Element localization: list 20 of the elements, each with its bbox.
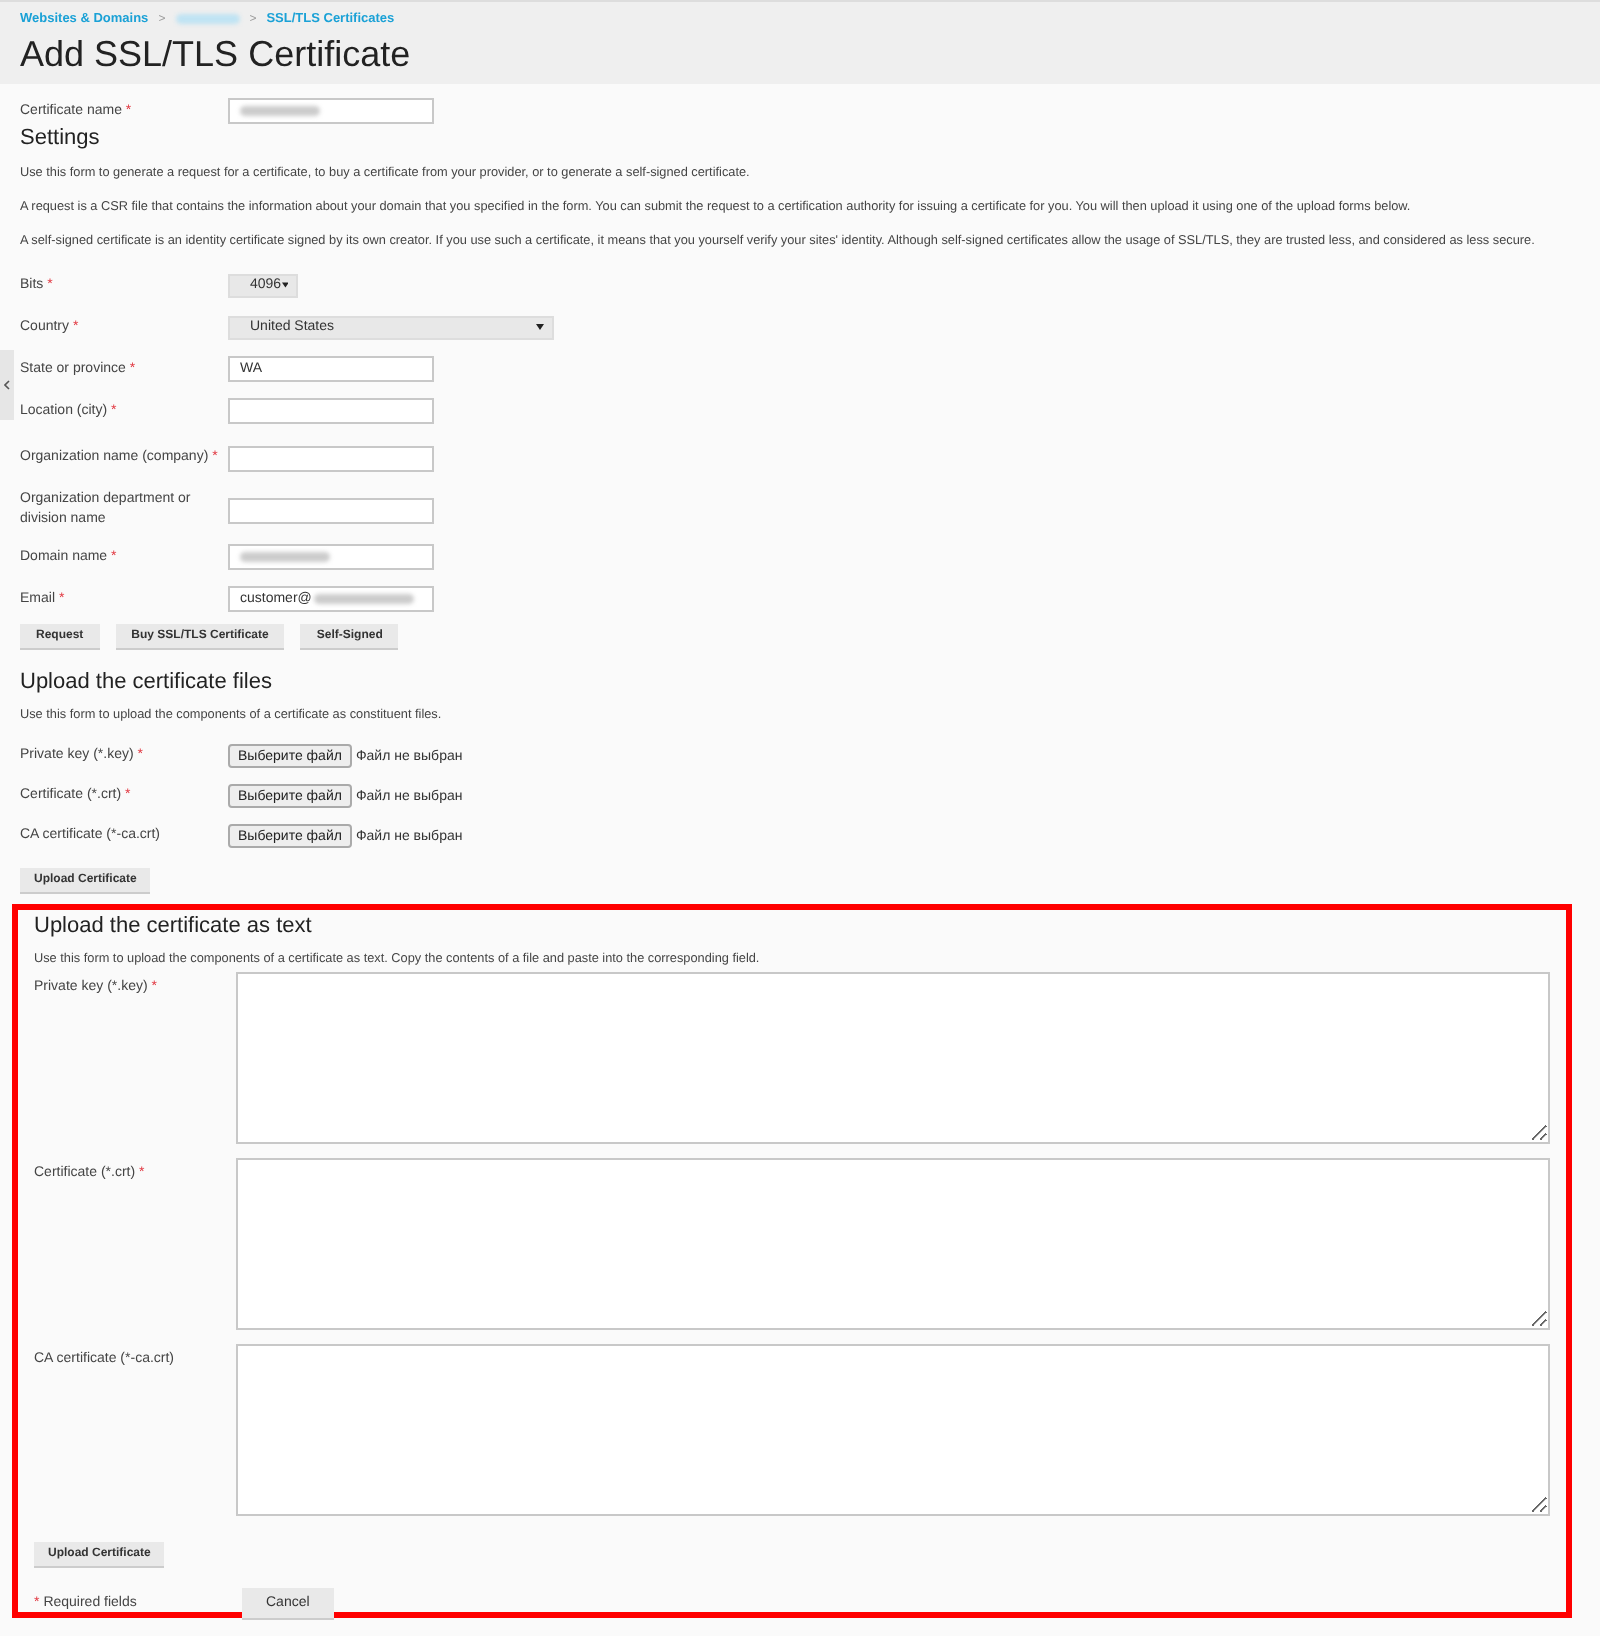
caret-icon	[536, 324, 544, 330]
input-field[interactable]	[228, 398, 434, 424]
chevron-left-icon	[4, 380, 10, 390]
sidebar-toggle[interactable]	[0, 350, 14, 420]
section-heading: Settings	[20, 126, 102, 150]
blurred-text	[313, 594, 414, 604]
textarea-field[interactable]	[236, 1344, 1550, 1516]
page-title: Add SSL/TLS Certificate	[20, 34, 413, 76]
blurred-breadcrumb[interactable]	[175, 14, 240, 24]
input-field[interactable]	[228, 544, 434, 570]
input-field[interactable]	[228, 497, 434, 523]
input-field[interactable]	[228, 98, 434, 124]
caret-icon	[281, 282, 288, 288]
section-heading: Upload the certificate files	[20, 670, 274, 694]
blurred-text	[240, 106, 320, 116]
blurred-text	[240, 552, 330, 562]
textarea-field[interactable]	[236, 1158, 1550, 1330]
input-field[interactable]	[228, 445, 434, 471]
section-heading: Upload the certificate as text	[34, 914, 314, 938]
textarea-field[interactable]	[236, 972, 1550, 1144]
